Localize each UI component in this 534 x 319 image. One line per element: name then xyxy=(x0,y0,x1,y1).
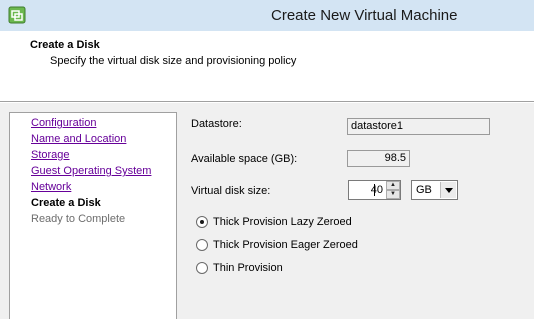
disk-size-stepper[interactable]: 40 ▲ ▼ xyxy=(348,180,401,200)
datastore-field: datastore1 xyxy=(347,118,490,135)
stepper-up-icon[interactable]: ▲ xyxy=(386,181,400,190)
window-title: Create New Virtual Machine xyxy=(271,7,458,24)
nav-item-storage[interactable]: Storage xyxy=(31,149,70,161)
radio-label: Thick Provision Lazy Zeroed xyxy=(213,216,352,228)
available-space-value: 98.5 xyxy=(384,152,406,164)
text-caret xyxy=(374,184,375,196)
disk-size-label: Virtual disk size: xyxy=(191,185,271,197)
wizard-nav: Configuration Name and Location Storage … xyxy=(9,112,177,319)
wizard-header: Create a Disk Specify the virtual disk s… xyxy=(0,31,534,101)
radio-label: Thin Provision xyxy=(213,262,283,274)
nav-item-ready-to-complete: Ready to Complete xyxy=(31,213,126,225)
chevron-down-icon[interactable] xyxy=(440,182,456,198)
nav-item-configuration[interactable]: Configuration xyxy=(31,117,96,129)
disk-unit-value: GB xyxy=(416,184,432,196)
datastore-label: Datastore: xyxy=(191,118,242,130)
radio-button[interactable] xyxy=(196,216,208,228)
radio-label: Thick Provision Eager Zeroed xyxy=(213,239,358,251)
vm-app-icon xyxy=(8,6,26,24)
title-bar: Create New Virtual Machine xyxy=(0,0,534,31)
step-description: Specify the virtual disk size and provis… xyxy=(50,55,297,67)
radio-button[interactable] xyxy=(196,239,208,251)
disk-unit-select[interactable]: GB xyxy=(411,180,458,200)
step-title: Create a Disk xyxy=(30,39,100,51)
wizard-body: Configuration Name and Location Storage … xyxy=(0,103,534,319)
available-space-label: Available space (GB): xyxy=(191,153,298,165)
stepper-buttons: ▲ ▼ xyxy=(386,181,400,199)
nav-item-name-and-location[interactable]: Name and Location xyxy=(31,133,126,145)
stepper-down-icon[interactable]: ▼ xyxy=(386,190,400,199)
datastore-value: datastore1 xyxy=(351,120,403,132)
nav-item-create-disk: Create a Disk xyxy=(31,197,101,209)
nav-item-network[interactable]: Network xyxy=(31,181,71,193)
radio-button[interactable] xyxy=(196,262,208,274)
disk-size-input[interactable]: 40 xyxy=(349,181,385,199)
available-space-field: 98.5 xyxy=(347,150,410,167)
nav-item-guest-os[interactable]: Guest Operating System xyxy=(31,165,151,177)
